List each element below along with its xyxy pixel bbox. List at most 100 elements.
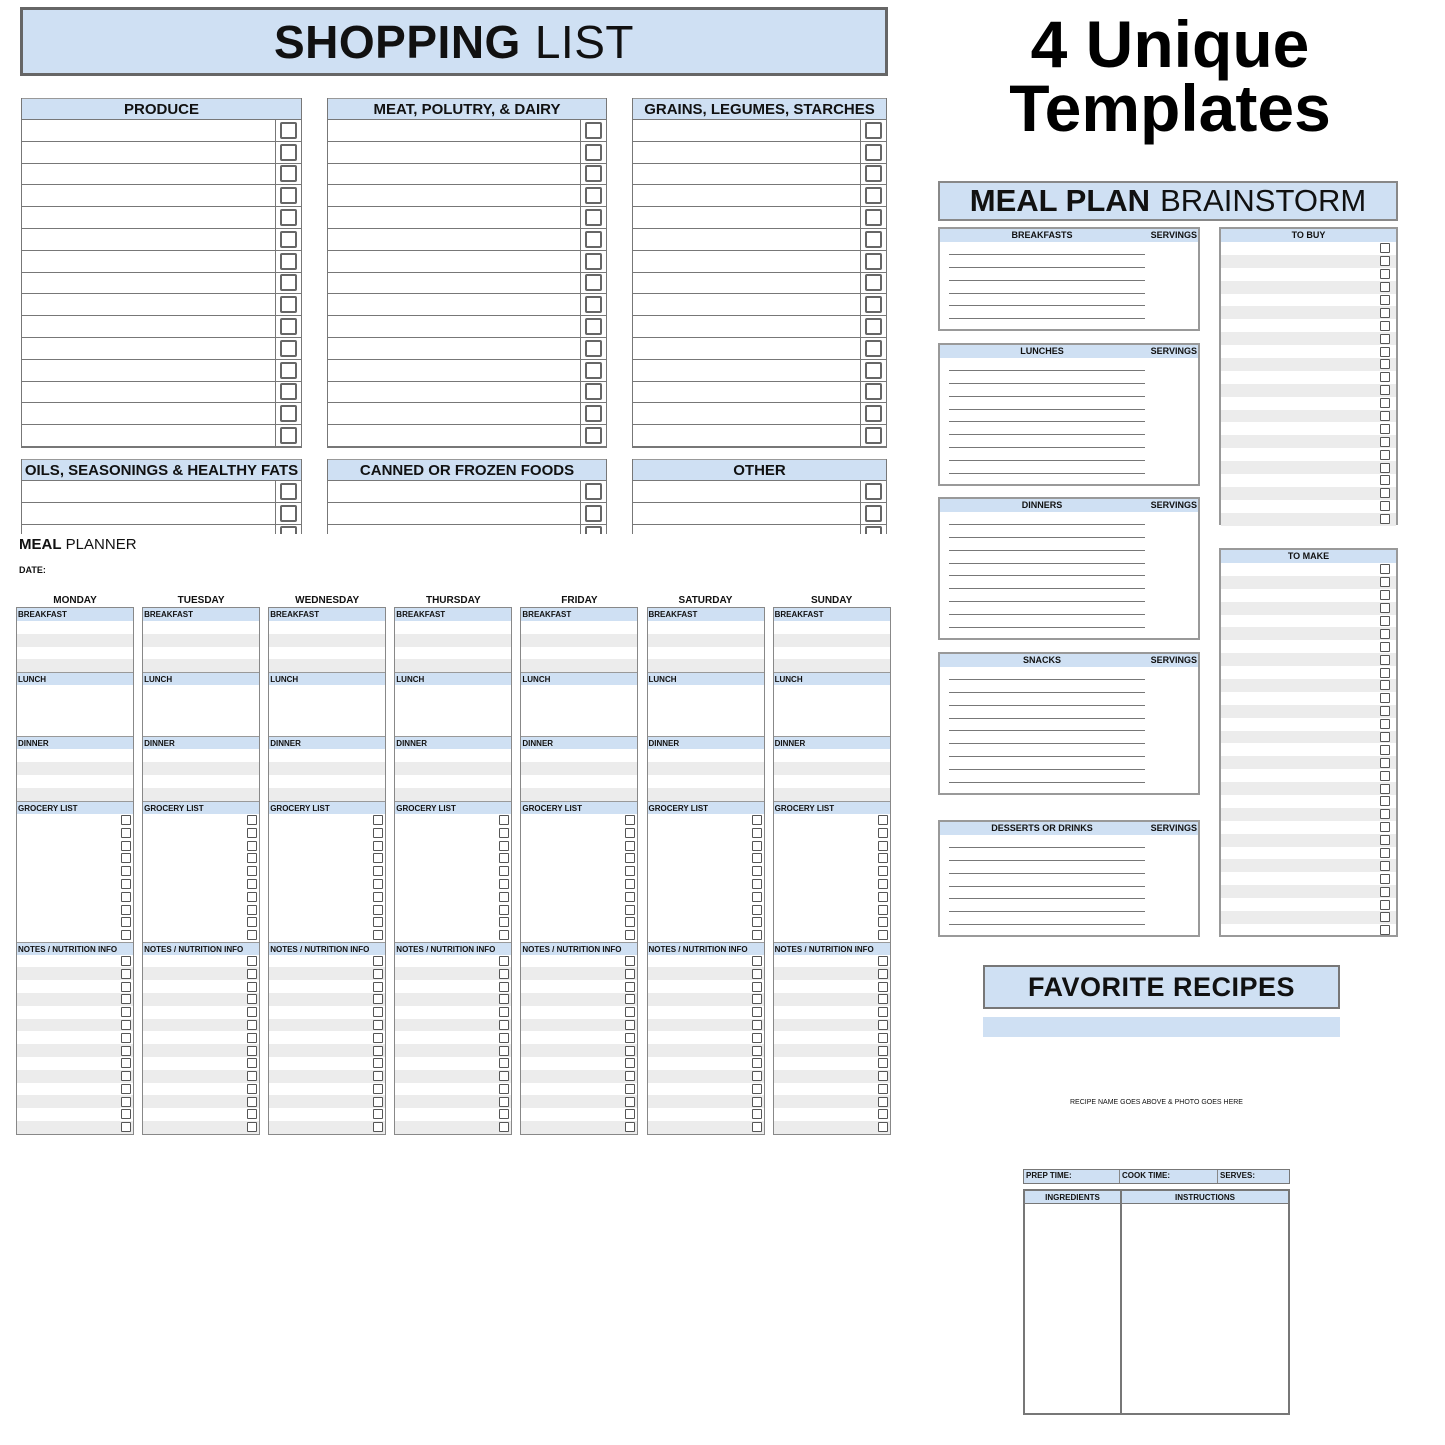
checkbox-icon[interactable] (865, 318, 882, 336)
meal-entry-row[interactable] (17, 916, 133, 929)
meal-entry-row[interactable] (269, 762, 386, 775)
meal-entry-row[interactable] (395, 697, 512, 711)
checkbox-icon[interactable] (585, 165, 602, 183)
meal-entry-row[interactable] (269, 980, 386, 993)
shopping-item-input[interactable] (328, 142, 580, 163)
meal-entry-row[interactable] (647, 851, 764, 865)
meal-entry-row[interactable] (647, 903, 764, 916)
checkbox-icon[interactable] (1380, 822, 1390, 833)
meal-entry-row[interactable] (773, 621, 890, 634)
checkbox-icon[interactable] (1380, 925, 1390, 936)
meal-entry-row[interactable] (395, 787, 512, 801)
shopping-item-input[interactable] (328, 164, 580, 185)
checkbox-icon[interactable] (1380, 899, 1390, 910)
serves-field[interactable]: SERVES: (1218, 1170, 1289, 1183)
checkbox-icon[interactable] (1380, 770, 1390, 781)
meal-entry-row[interactable] (773, 1005, 890, 1019)
meal-entry-row[interactable] (395, 839, 511, 852)
checkbox-icon[interactable] (247, 981, 258, 992)
meal-entry-row[interactable] (143, 1108, 260, 1121)
meal-entry-row[interactable] (647, 877, 764, 891)
meal-entry-row[interactable] (521, 814, 637, 827)
meal-entry-row[interactable] (521, 1056, 638, 1070)
shopping-item-input[interactable] (22, 338, 275, 359)
checkbox-icon[interactable] (865, 230, 882, 248)
checkbox-icon[interactable] (121, 814, 131, 825)
meal-entry-row[interactable] (395, 1082, 512, 1096)
shopping-item-input[interactable] (22, 164, 275, 185)
meal-entry-row[interactable] (647, 980, 764, 993)
shopping-item-input[interactable] (633, 164, 860, 185)
checkbox-icon[interactable] (499, 1109, 510, 1120)
shopping-item-input[interactable] (328, 251, 580, 272)
meal-entry-row[interactable] (17, 1005, 133, 1019)
meal-entry-row[interactable] (774, 839, 890, 852)
checkbox-icon[interactable] (865, 482, 882, 500)
meal-entry-row[interactable] (647, 992, 764, 1006)
meal-entry-row[interactable] (521, 967, 638, 981)
checkbox-icon[interactable] (1380, 667, 1390, 678)
meal-entry-row[interactable] (143, 903, 260, 916)
checkbox-icon[interactable] (751, 955, 762, 966)
list-row[interactable] (1221, 332, 1396, 346)
shopping-item-input[interactable] (328, 425, 580, 446)
meal-entry-row[interactable] (143, 980, 260, 993)
meal-entry-row[interactable] (774, 865, 890, 878)
meal-entry-row[interactable] (17, 928, 133, 942)
shopping-item-input[interactable] (22, 503, 275, 524)
meal-entry-row[interactable] (395, 1095, 512, 1109)
checkbox-icon[interactable] (499, 1019, 510, 1030)
meal-entry-row[interactable] (521, 697, 638, 711)
meal-entry-row[interactable] (143, 646, 260, 660)
checkbox-icon[interactable] (247, 878, 258, 889)
checkbox-icon[interactable] (280, 361, 297, 379)
checkbox-icon[interactable] (1380, 256, 1390, 267)
list-row[interactable] (1221, 254, 1396, 268)
write-line[interactable] (949, 410, 1145, 423)
meal-entry-row[interactable] (647, 1044, 764, 1057)
checkbox-icon[interactable] (121, 1109, 131, 1120)
list-row[interactable] (1221, 448, 1396, 461)
meal-entry-row[interactable] (269, 1069, 386, 1083)
list-row[interactable] (1221, 769, 1396, 782)
checkbox-icon[interactable] (625, 917, 636, 928)
checkbox-icon[interactable] (877, 1122, 888, 1133)
meal-entry-row[interactable] (269, 774, 386, 788)
write-line[interactable] (949, 680, 1145, 693)
meal-entry-row[interactable] (521, 1095, 638, 1109)
meal-entry-row[interactable] (648, 865, 764, 878)
meal-entry-row[interactable] (521, 1120, 638, 1134)
list-row[interactable] (1221, 268, 1396, 281)
list-row[interactable] (1221, 345, 1396, 358)
meal-entry-row[interactable] (17, 992, 133, 1006)
checkbox-icon[interactable] (121, 827, 131, 838)
meal-entry-row[interactable] (395, 1120, 512, 1134)
shopping-item-input[interactable] (633, 382, 860, 403)
meal-entry-row[interactable] (647, 967, 764, 981)
write-line[interactable] (949, 835, 1145, 848)
checkbox-icon[interactable] (625, 1058, 636, 1069)
checkbox-icon[interactable] (373, 955, 384, 966)
meal-entry-row[interactable] (143, 890, 259, 903)
checkbox-icon[interactable] (877, 1045, 888, 1056)
checkbox-icon[interactable] (499, 891, 510, 902)
checkbox-icon[interactable] (247, 1096, 258, 1107)
meal-entry-row[interactable] (521, 1082, 638, 1096)
checkbox-icon[interactable] (247, 1058, 258, 1069)
checkbox-icon[interactable] (280, 405, 297, 423)
meal-entry-row[interactable] (647, 723, 764, 737)
checkbox-icon[interactable] (280, 209, 297, 227)
write-line[interactable] (949, 358, 1145, 371)
checkbox-icon[interactable] (1380, 385, 1390, 396)
checkbox-icon[interactable] (247, 1122, 258, 1133)
checkbox-icon[interactable] (751, 1096, 762, 1107)
write-line[interactable] (949, 564, 1145, 577)
checkbox-icon[interactable] (280, 339, 297, 357)
checkbox-icon[interactable] (1380, 359, 1390, 370)
meal-entry-row[interactable] (648, 916, 764, 929)
shopping-item-input[interactable] (22, 273, 275, 294)
shopping-item-input[interactable] (328, 360, 580, 381)
checkbox-icon[interactable] (585, 504, 602, 522)
meal-entry-row[interactable] (773, 723, 890, 737)
checkbox-icon[interactable] (865, 339, 882, 357)
